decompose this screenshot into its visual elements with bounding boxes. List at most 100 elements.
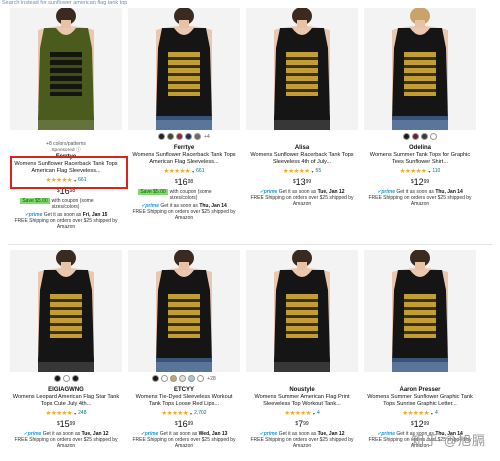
product-card[interactable]: Odelina Womens Summer Tank Tops for Graph… [364,8,476,240]
price-whole: 16 [177,419,188,429]
product-card[interactable]: +4 Ferrtye Womens Sunflower Racerback Tank… [128,8,240,240]
rating[interactable]: ★★★★★ ▾ 4 [246,409,358,417]
price[interactable]: $1299 [364,177,476,187]
color-swatch[interactable] [403,133,410,140]
color-swatches: +4 [128,132,240,141]
coupon[interactable]: Save $5.00 with coupon (some sizes/color… [128,189,240,201]
product-info: Ferrtye Womens Sunflower Racerback Tank T… [128,144,240,222]
delivery-text: Get it as soon as [278,189,317,195]
sponsored-label[interactable]: Sponsored ⓘ [10,146,122,153]
color-swatch[interactable] [152,375,160,382]
delivery-date: Tue, Jan 12 [317,431,345,437]
rating[interactable]: ★★★★★ ▾ 4 [364,409,476,417]
delivery-text: Get it as soon as [42,431,81,437]
product-card[interactable]: EIGIAGWNG Womens Leopard American Flag St… [10,250,122,461]
product-image[interactable] [364,250,476,372]
review-count[interactable]: 110 [432,168,440,174]
product-card[interactable]: +8 colors/patterns Sponsored ⓘ Ferrtye Wome… [10,8,122,240]
product-title[interactable]: Womens Summer American Flag Print Sleeve… [248,394,356,408]
brand-name: Aaron Presser [399,387,441,393]
review-count[interactable]: 4 [435,410,438,416]
color-swatch[interactable] [188,375,196,382]
product-title[interactable]: Womens Summer Sunflower Graphic Tank Top… [366,394,474,408]
coupon[interactable]: Save $5.00 with coupon (some sizes/color… [10,198,122,210]
product-image[interactable] [10,250,122,372]
delivery-text: Get it as soon as [278,431,317,437]
delivery-date: Thu, Jan 14 [435,189,463,195]
price[interactable]: $1599 [10,419,122,429]
color-swatch[interactable] [71,375,79,382]
delivery-date: Fri, Jan 15 [82,212,108,218]
color-swatch[interactable] [161,375,169,382]
product-image[interactable] [364,8,476,130]
product-card[interactable]: Alisa Womens Sunflower Racerback Tank Top… [246,8,358,240]
product-title[interactable]: Womens Tie-Dyed Sleeveless Workout Tank … [130,394,238,408]
star-rating-icon[interactable]: ★★★★★ [46,409,73,417]
product-title[interactable]: Womens Leopard American Flag Star Tank T… [12,394,120,408]
product-title[interactable]: Womens Sunflower Racerback Tank Tops Ame… [130,152,238,166]
color-swatch[interactable] [167,133,175,140]
product-title[interactable]: Womens Sunflower Racerback Tank Tops Sle… [248,152,356,166]
chevron-down-icon[interactable]: ▾ [192,169,194,174]
product-image[interactable] [128,8,240,130]
product-image[interactable] [246,8,358,130]
coupon-badge[interactable]: Save $5.00 [138,189,168,195]
color-swatch[interactable] [176,133,184,140]
review-count[interactable]: 55 [316,168,322,174]
star-rating-icon[interactable]: ★★★★★ [161,409,188,417]
chevron-down-icon[interactable]: ▾ [431,411,433,416]
color-swatch[interactable] [62,375,70,382]
color-swatch[interactable] [53,375,61,382]
rating[interactable]: ★★★★★ ▾ 110 [364,167,476,175]
product-image[interactable] [10,8,122,130]
star-rating-icon[interactable]: ★★★★★ [283,167,310,175]
price[interactable]: $1699 [128,419,240,429]
coupon-badge[interactable]: Save $5.00 [20,198,50,204]
product-card[interactable]: +28 ETCYY Womens Tie-Dyed Sleeveless Worko… [128,250,240,461]
chevron-down-icon[interactable]: ▾ [74,411,76,416]
rating[interactable]: ★★★★★ ▾ 55 [246,167,358,175]
review-count[interactable]: 2,702 [194,410,207,416]
product-title[interactable]: Womens Summer Tank Tops for Graphic Tees… [366,152,474,166]
color-swatch[interactable] [412,133,419,140]
chevron-down-icon[interactable]: ▾ [428,169,430,174]
star-rating-icon[interactable]: ★★★★★ [284,409,311,417]
more-colors[interactable]: +4 [204,134,210,140]
price[interactable]: $1698 [128,177,240,187]
rating[interactable]: ★★★★★ ▾ 2,702 [128,409,240,417]
chevron-down-icon[interactable]: ▾ [312,169,314,174]
color-swatch[interactable] [421,133,428,140]
price[interactable]: $1299 [364,419,476,429]
product-card[interactable]: Noustyle Womens Summer American Flag Prin… [246,250,358,461]
chevron-down-icon[interactable]: ▾ [313,411,315,416]
color-swatch[interactable] [170,375,178,382]
prime-label: prime [145,203,159,209]
color-swatch[interactable] [430,133,437,140]
price[interactable]: $1399 [246,177,358,187]
color-swatch[interactable] [179,375,187,382]
more-colors[interactable]: +28 [207,376,215,382]
color-swatch[interactable] [197,375,205,382]
price[interactable]: $799 [246,419,358,429]
search-instead-link[interactable]: Search instead for sunflower american fl… [2,0,127,6]
product-image[interactable] [128,250,240,372]
rating[interactable]: ★★★★★ ▾ 248 [10,409,122,417]
rating[interactable]: ★★★★★ ▾ 661 [128,167,240,175]
shipping-info: ✓prime Get it as soon as Thu, Jan 14 FRE… [366,189,474,208]
delivery-date: Thu, Jan 14 [199,203,227,209]
chevron-down-icon[interactable]: ▾ [190,411,192,416]
brand-name: EIGIAGWNG [48,387,84,393]
price-whole: 12 [413,177,424,187]
star-rating-icon[interactable]: ★★★★★ [402,409,429,417]
product-image[interactable] [246,250,358,372]
color-swatch[interactable] [185,133,193,140]
star-rating-icon[interactable]: ★★★★★ [164,167,191,175]
color-swatch[interactable] [194,133,202,140]
prime-label: prime [263,189,278,195]
price-whole: 12 [413,419,424,429]
star-rating-icon[interactable]: ★★★★★ [400,167,427,175]
review-count[interactable]: 248 [78,410,86,416]
review-count[interactable]: 4 [317,410,320,416]
review-count[interactable]: 661 [196,168,204,174]
color-swatch[interactable] [158,133,166,140]
